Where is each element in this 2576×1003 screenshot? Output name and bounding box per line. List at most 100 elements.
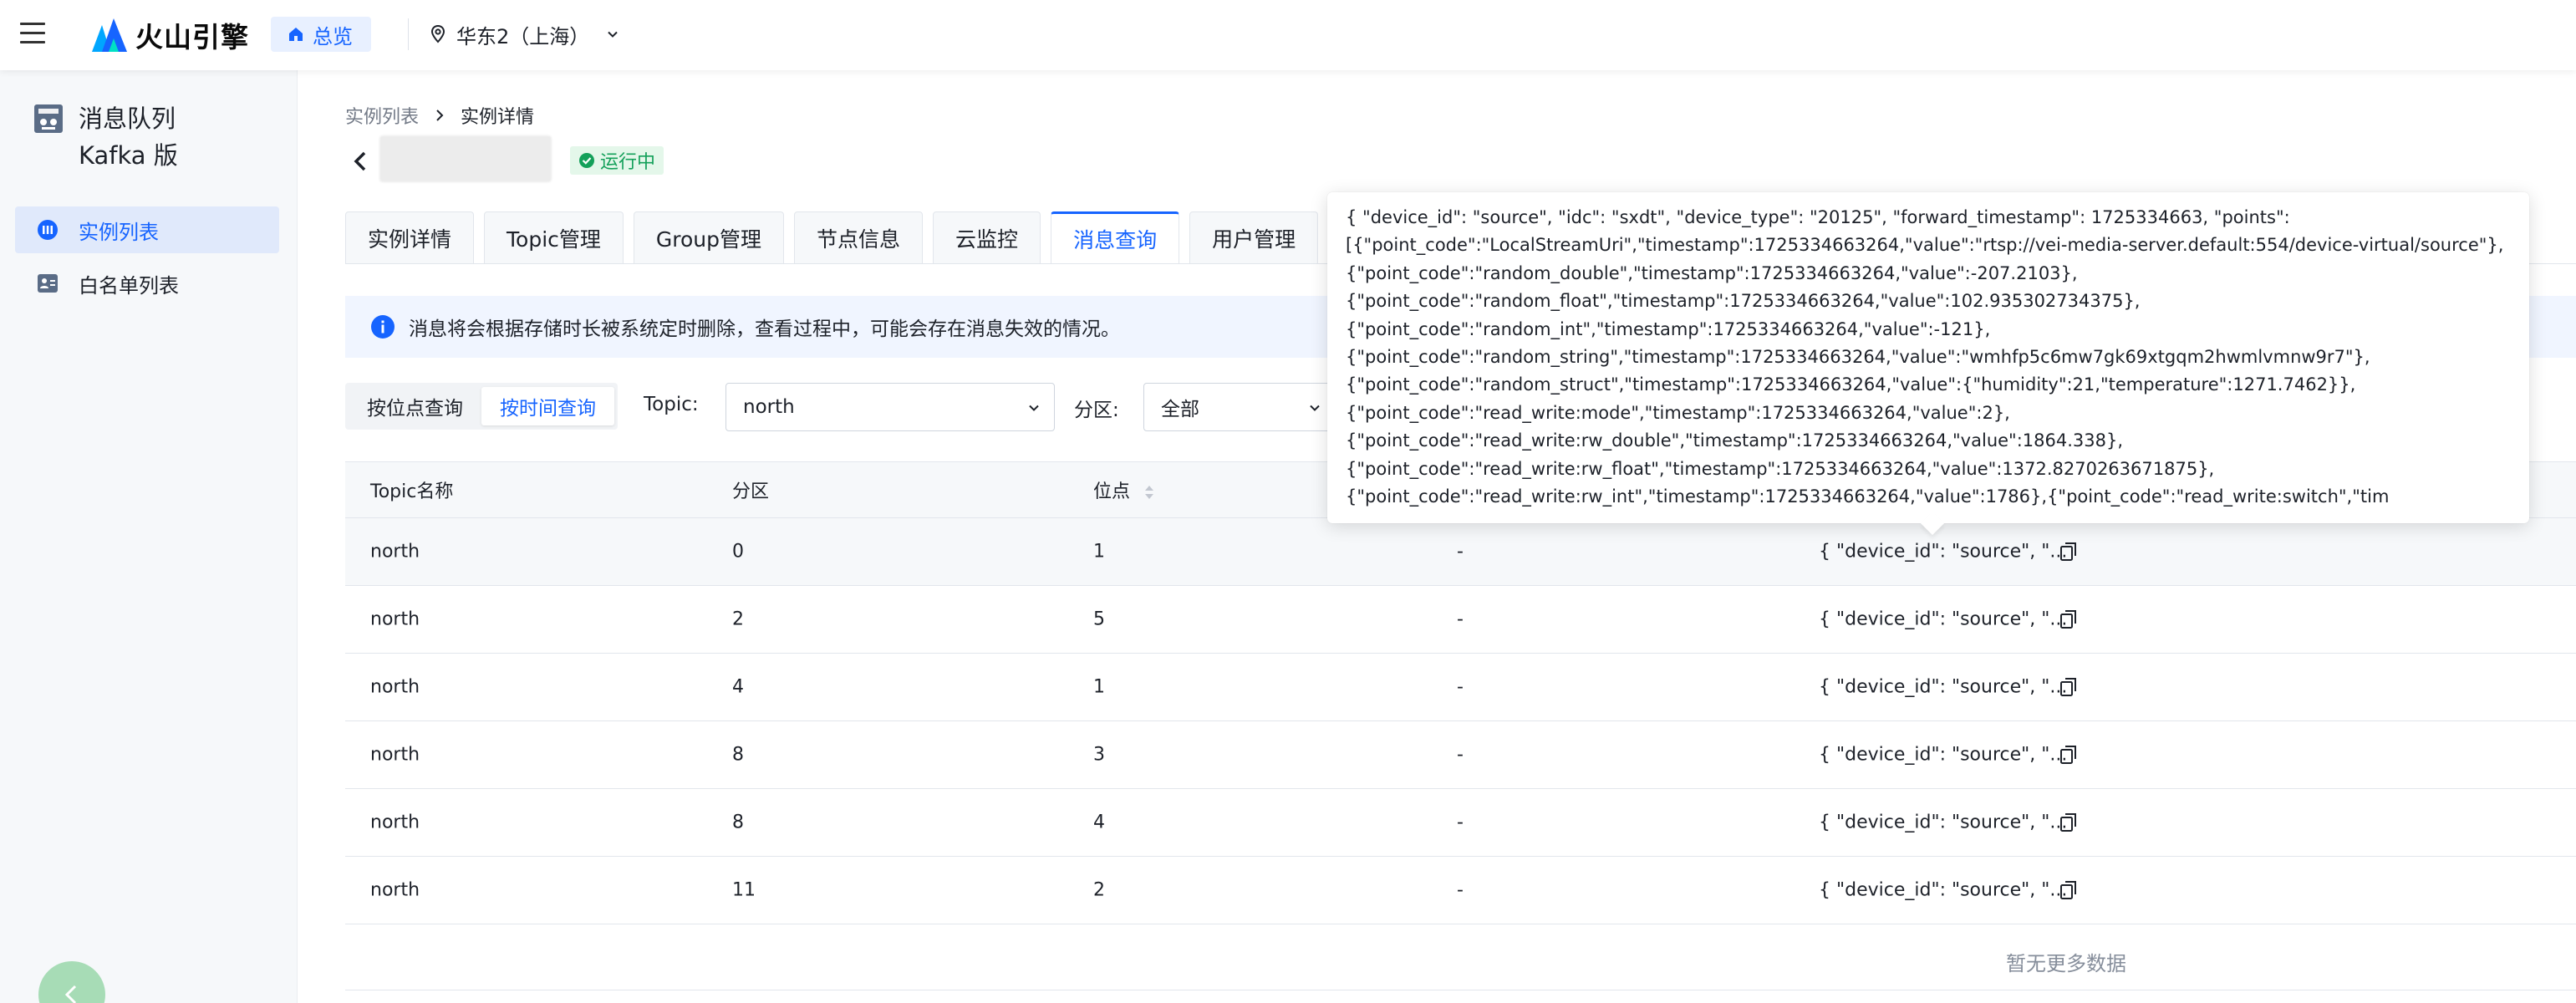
top-bar: 火山引擎 总览 华东2（上海） — [0, 0, 2576, 70]
instance-list-icon — [38, 220, 58, 240]
back-arrow-icon[interactable] — [351, 150, 369, 172]
cell-offset: 3 — [1093, 744, 1105, 766]
sidebar: 消息队列 Kafka 版 实例列表 白名单列表 — [0, 70, 298, 1003]
cell-partition: 2 — [732, 608, 744, 630]
info-notice-text: 消息将会根据存储时长被系统定时删除，查看过程中，可能会存在消息失效的情况。 — [409, 318, 1120, 340]
tab-node-info[interactable]: 节点信息 — [794, 211, 924, 263]
partition-select[interactable]: 全部 — [1143, 383, 1336, 431]
instance-name-redacted — [379, 135, 552, 182]
table-row[interactable]: north 8 3 - { "device_id": "source", "..… — [345, 721, 2576, 789]
table-row[interactable]: north 2 5 - { "device_id": "source", "..… — [345, 586, 2576, 654]
sidebar-item-label: 实例列表 — [79, 220, 159, 244]
tooltip-line: {"point_code":"random_int","timestamp":1… — [1346, 318, 1991, 339]
tooltip-line: {"point_code":"random_struct","timestamp… — [1346, 374, 2356, 395]
sidebar-item-whitelist[interactable]: 白名单列表 — [15, 260, 279, 307]
tab-group-management[interactable]: Group管理 — [633, 211, 785, 263]
cell-topic: north — [370, 676, 420, 698]
copy-icon[interactable] — [2059, 676, 2079, 698]
cell-value[interactable]: { "device_id": "source", "... — [1819, 609, 2067, 630]
status-badge: 运行中 — [570, 146, 664, 175]
cell-key: - — [1457, 676, 1464, 698]
cell-offset: 5 — [1093, 608, 1105, 630]
product-title: 消息队列 Kafka 版 — [79, 100, 178, 174]
breadcrumb-parent-link[interactable]: 实例列表 — [345, 102, 419, 129]
collapse-sidebar-button[interactable] — [38, 961, 105, 1003]
tooltip-line: {"point_code":"read_write:mode","timesta… — [1346, 402, 2010, 423]
cell-key: - — [1457, 812, 1464, 833]
cell-offset: 1 — [1093, 676, 1105, 698]
tooltip-line: {"point_code":"read_write:rw_double","ti… — [1346, 430, 2124, 451]
check-circle-icon — [579, 153, 594, 168]
tab-cloud-monitor[interactable]: 云监控 — [933, 211, 1041, 263]
topbar-divider — [408, 18, 409, 50]
topic-select[interactable]: north — [725, 383, 1055, 431]
query-mode-toggle: 按位点查询 按时间查询 — [345, 383, 618, 430]
region-label: 华东2（上海） — [456, 24, 590, 48]
sidebar-item-label: 白名单列表 — [79, 273, 179, 298]
chevron-down-icon — [608, 31, 618, 38]
table-row[interactable]: north 0 1 - { "device_id": "source", "..… — [345, 518, 2576, 586]
product-title-line2: Kafka 版 — [79, 141, 178, 170]
hamburger-menu-icon[interactable] — [20, 23, 45, 44]
tooltip-line: { "device_id": "source", "idc": "sxdt", … — [1346, 207, 2290, 227]
copy-icon[interactable] — [2059, 608, 2079, 630]
header-offset[interactable]: 位点 — [1093, 476, 1154, 503]
tab-user-management[interactable]: 用户管理 — [1189, 211, 1319, 263]
breadcrumb-current: 实例详情 — [461, 107, 535, 128]
chevron-down-icon — [1029, 405, 1039, 411]
copy-icon[interactable] — [2059, 879, 2079, 901]
table-row[interactable]: north 4 1 - { "device_id": "source", "..… — [345, 654, 2576, 721]
query-by-offset-button[interactable]: 按位点查询 — [349, 387, 481, 425]
cell-key: - — [1457, 744, 1464, 766]
home-icon — [289, 28, 303, 41]
overview-button[interactable]: 总览 — [271, 17, 371, 52]
product-title-line1: 消息队列 — [79, 104, 176, 133]
whitelist-icon — [38, 274, 58, 293]
tooltip-line: {"point_code":"random_string","timestamp… — [1346, 347, 2370, 368]
info-icon — [371, 315, 395, 339]
overview-label: 总览 — [313, 24, 353, 48]
header-partition: 分区 — [732, 481, 770, 502]
table-row[interactable]: north 8 4 - { "device_id": "source", "..… — [345, 789, 2576, 857]
kafka-product-icon — [34, 104, 63, 133]
copy-icon[interactable] — [2059, 541, 2079, 563]
cell-key: - — [1457, 541, 1464, 563]
cell-value[interactable]: { "device_id": "source", "... — [1819, 745, 2067, 766]
cell-key: - — [1457, 608, 1464, 630]
partition-label: 分区: — [1074, 400, 1119, 421]
cell-value[interactable]: { "device_id": "source", "... — [1819, 542, 2067, 563]
cell-partition: 11 — [732, 879, 756, 901]
tab-topic-management[interactable]: Topic管理 — [484, 211, 624, 263]
tab-instance-details[interactable]: 实例详情 — [345, 211, 475, 263]
partition-select-value: 全部 — [1161, 399, 1199, 420]
cell-offset: 1 — [1093, 541, 1105, 563]
topic-label: Topic: — [644, 394, 699, 415]
cell-partition: 8 — [732, 812, 744, 833]
chevron-right-icon — [436, 109, 444, 121]
tooltip-line: [{"point_code":"LocalStreamUri","timesta… — [1346, 235, 2504, 256]
cell-topic: north — [370, 541, 420, 563]
tooltip-line: {"point_code":"random_double","timestamp… — [1346, 262, 2078, 283]
sidebar-item-instance-list[interactable]: 实例列表 — [15, 206, 279, 253]
volcengine-logo[interactable]: 火山引擎 — [90, 15, 249, 55]
table-row[interactable]: north 11 2 - { "device_id": "source", ".… — [345, 857, 2576, 924]
status-text: 运行中 — [600, 152, 656, 173]
cell-partition: 0 — [732, 541, 744, 563]
query-by-time-button[interactable]: 按时间查询 — [481, 387, 614, 425]
cell-partition: 4 — [732, 676, 744, 698]
chevron-down-icon — [1310, 405, 1320, 411]
copy-icon[interactable] — [2059, 812, 2079, 833]
sort-icon[interactable] — [1144, 483, 1154, 502]
cell-partition: 8 — [732, 744, 744, 766]
cell-key: - — [1457, 879, 1464, 901]
copy-icon[interactable] — [2059, 744, 2079, 766]
cell-value[interactable]: { "device_id": "source", "... — [1819, 677, 2067, 698]
volcano-logo-icon — [92, 18, 127, 52]
cell-value[interactable]: { "device_id": "source", "... — [1819, 812, 2067, 833]
topic-select-value: north — [743, 396, 795, 418]
cell-topic: north — [370, 744, 420, 766]
tab-message-query[interactable]: 消息查询 — [1051, 211, 1180, 263]
cell-topic: north — [370, 812, 420, 833]
region-selector[interactable]: 华东2（上海） — [430, 17, 619, 52]
cell-value[interactable]: { "device_id": "source", "... — [1819, 880, 2067, 901]
